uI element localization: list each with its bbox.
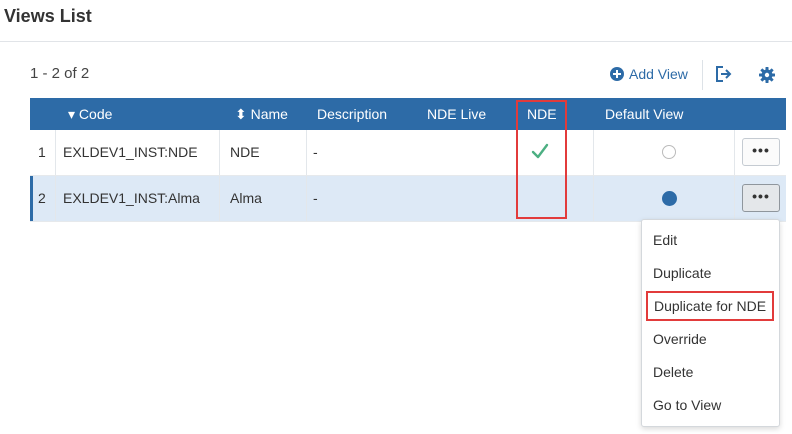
- menu-item-override[interactable]: Override: [653, 331, 707, 347]
- add-view-button[interactable]: Add View: [610, 66, 688, 82]
- add-view-label: Add View: [629, 66, 688, 82]
- views-table: ▾ Code ⬍ Name Description NDE Live NDE D…: [30, 98, 786, 222]
- export-icon[interactable]: [714, 65, 732, 83]
- menu-item-go-to-view[interactable]: Go to View: [653, 397, 721, 413]
- plus-circle-icon: [610, 67, 624, 81]
- toolbar-divider: [702, 60, 703, 90]
- column-divider: [55, 176, 56, 221]
- row-code: EXLDEV1_INST:Alma: [63, 190, 200, 206]
- row-index: 1: [38, 144, 46, 160]
- sort-down-icon: ▾: [68, 106, 76, 122]
- menu-item-duplicate-for-nde[interactable]: Duplicate for NDE: [646, 291, 775, 321]
- record-count: 1 - 2 of 2: [30, 65, 90, 82]
- row-description: -: [313, 144, 318, 160]
- row-name: Alma: [230, 190, 262, 206]
- column-divider: [306, 130, 307, 175]
- column-label-name: Name: [250, 106, 288, 122]
- default-view-radio[interactable]: [662, 145, 676, 159]
- row-code: EXLDEV1_INST:NDE: [63, 144, 198, 160]
- table-row[interactable]: 1 EXLDEV1_INST:NDE NDE - •••: [30, 130, 786, 176]
- column-divider: [55, 130, 56, 175]
- column-header-default-view[interactable]: Default View: [605, 98, 683, 130]
- column-divider: [734, 130, 735, 175]
- row-actions-button[interactable]: •••: [742, 184, 780, 212]
- checkmark-icon: [531, 143, 549, 159]
- column-label-code: Code: [78, 106, 113, 122]
- page-title: Views List: [4, 6, 92, 26]
- row-name: NDE: [230, 144, 260, 160]
- column-divider: [306, 176, 307, 221]
- page-header: Views List: [0, 0, 792, 42]
- menu-item-duplicate[interactable]: Duplicate: [653, 265, 711, 281]
- column-header-code[interactable]: ▾ Code: [68, 98, 112, 130]
- column-divider: [219, 176, 220, 221]
- column-header-nde-live[interactable]: NDE Live: [427, 98, 486, 130]
- column-divider: [734, 176, 735, 221]
- menu-item-delete[interactable]: Delete: [653, 364, 693, 380]
- column-header-name[interactable]: ⬍ Name: [235, 98, 288, 130]
- views-list-page: Views List 1 - 2 of 2 Add View ▾ Code ⬍ …: [0, 0, 792, 434]
- row-actions-button[interactable]: •••: [742, 138, 780, 166]
- row-description: -: [313, 190, 318, 206]
- gear-icon[interactable]: [758, 66, 776, 84]
- default-view-radio[interactable]: [662, 191, 677, 206]
- row-actions-menu: Edit Duplicate Duplicate for NDE Overrid…: [641, 219, 780, 427]
- column-divider: [593, 130, 594, 175]
- column-header-nde[interactable]: NDE: [527, 98, 557, 130]
- menu-item-edit[interactable]: Edit: [653, 232, 677, 248]
- column-header-description[interactable]: Description: [317, 98, 387, 130]
- column-divider: [219, 130, 220, 175]
- column-divider: [593, 176, 594, 221]
- table-row[interactable]: 2 EXLDEV1_INST:Alma Alma - •••: [30, 176, 786, 222]
- sort-icon: ⬍: [235, 106, 247, 122]
- row-index: 2: [38, 190, 46, 206]
- table-header: ▾ Code ⬍ Name Description NDE Live NDE D…: [30, 98, 786, 130]
